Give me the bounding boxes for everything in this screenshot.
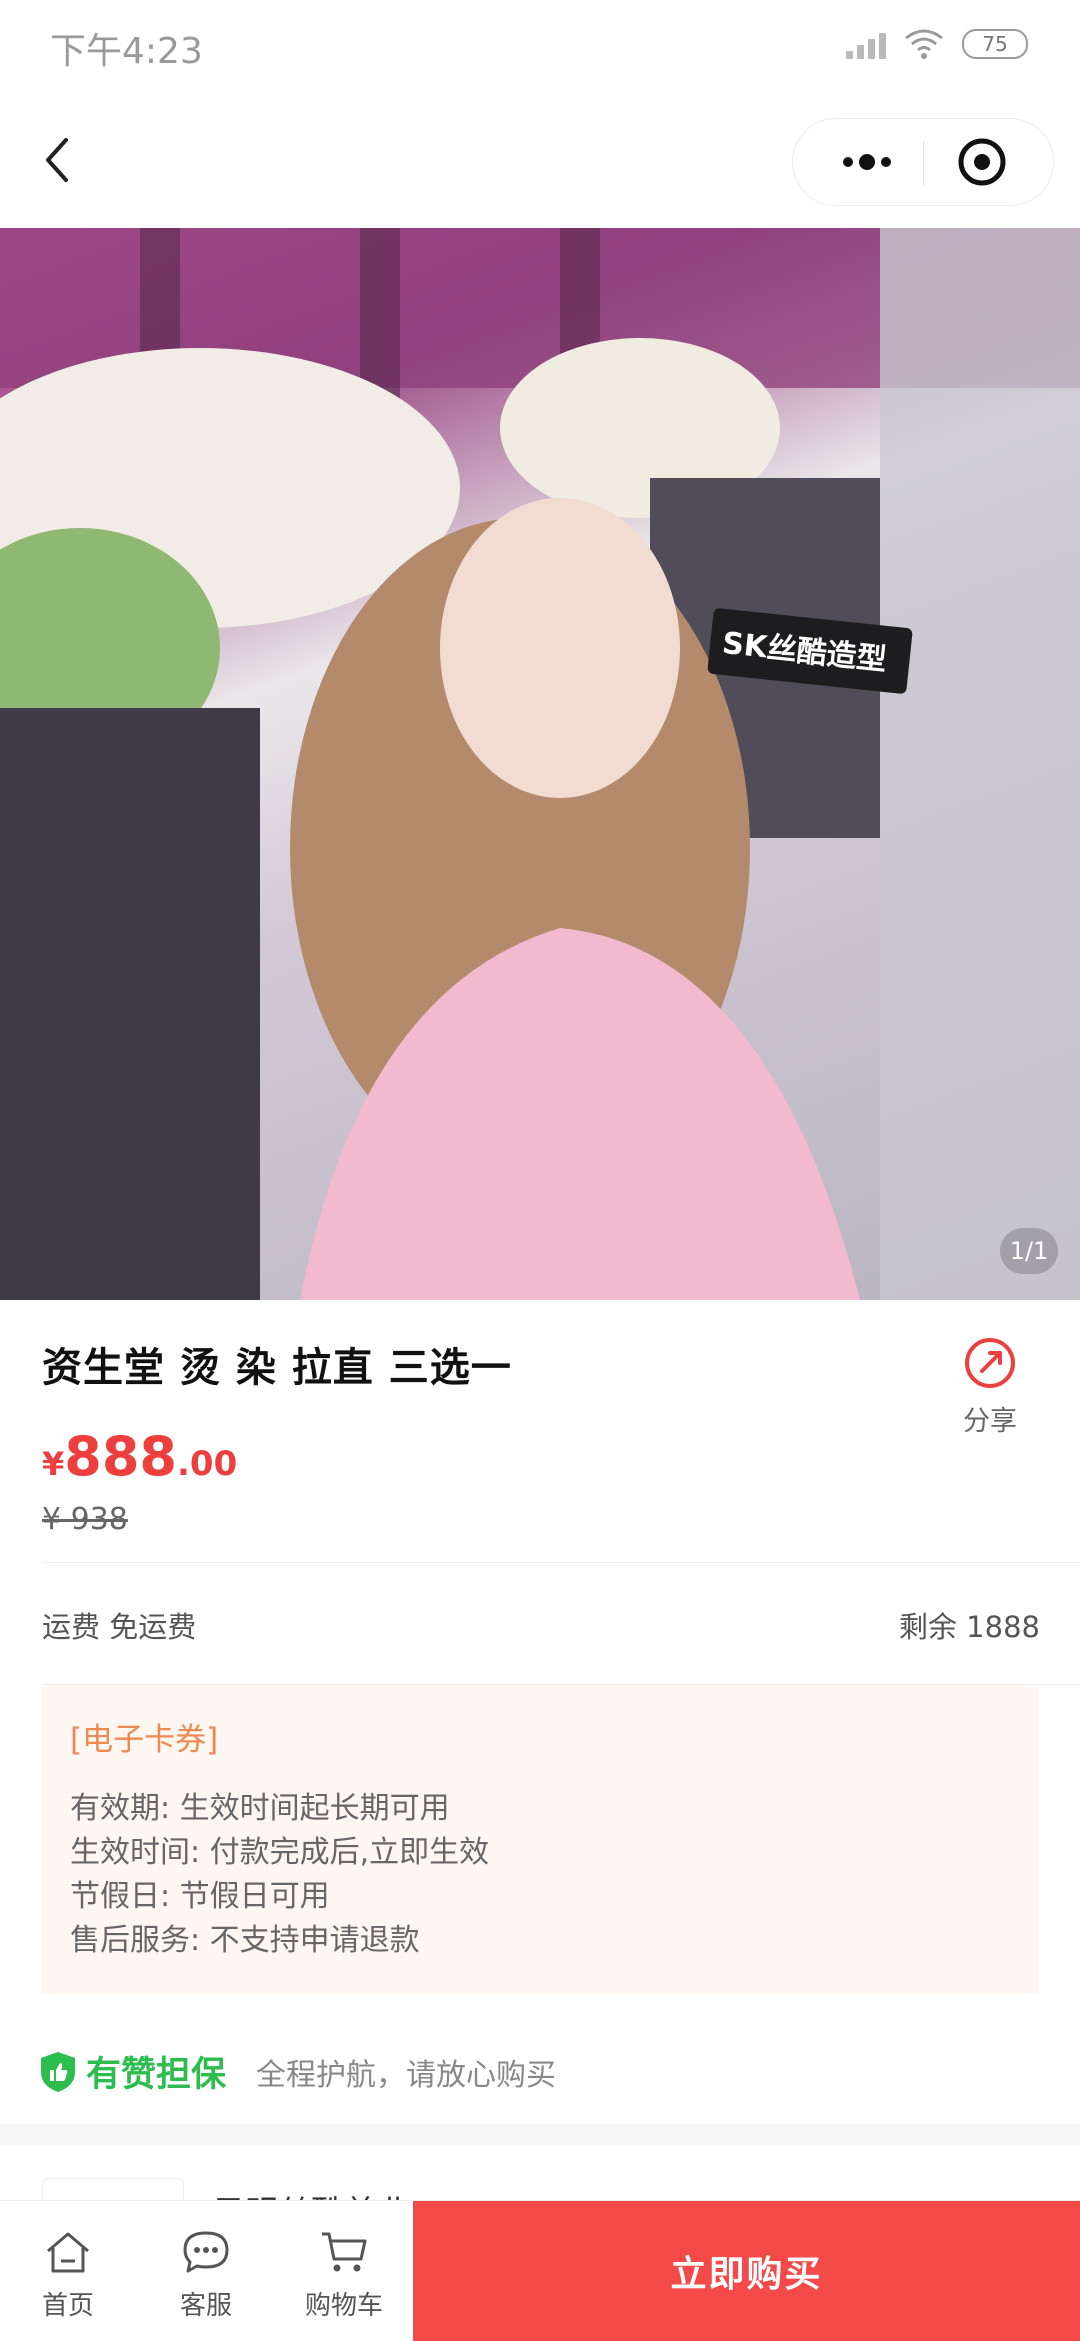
wifi-icon	[905, 29, 943, 59]
chat-icon	[183, 2231, 229, 2273]
divider	[42, 1684, 1080, 1685]
guarantee-description: 全程护航，请放心购买	[256, 2057, 557, 2093]
tab-home[interactable]: 首页	[8, 2201, 128, 2341]
product-photo: SK丝酷造型	[0, 228, 1080, 1300]
buy-now-button[interactable]: 立即购买	[413, 2201, 1080, 2341]
battery-level: 75	[982, 32, 1008, 56]
original-price: ¥ 938	[42, 1502, 128, 1537]
price-decimal: .00	[177, 1444, 238, 1484]
nav-bar	[0, 92, 1080, 228]
tab-cart[interactable]: 购物车	[284, 2201, 404, 2341]
ecard-after-sales: 售后服务: 不支持申请退款	[70, 1923, 420, 1958]
target-icon	[958, 138, 1006, 186]
product-image[interactable]: SK丝酷造型 1/1	[0, 228, 1080, 1300]
share-button[interactable]: 分享	[940, 1335, 1040, 1438]
back-button[interactable]	[30, 130, 90, 190]
signal-icon	[846, 29, 886, 59]
more-dots-icon	[843, 154, 891, 170]
tab-home-label: 首页	[41, 2291, 94, 2321]
shield-thumb-icon	[41, 2051, 75, 2092]
product-title: 资生堂 烫 染 拉直 三选一	[42, 1345, 512, 1391]
status-time: 下午4:23	[50, 31, 203, 72]
section-gap	[0, 2124, 1080, 2146]
stock-remaining: 剩余 1888	[898, 1610, 1040, 1644]
divider	[42, 1562, 1080, 1563]
tab-service-label: 客服	[179, 2291, 232, 2321]
guarantee-name: 有赞担保	[86, 2055, 227, 2095]
battery-icon: 75	[962, 29, 1028, 59]
cart-icon	[322, 2232, 367, 2272]
guarantee-row[interactable]: 有赞担保 全程护航，请放心购买	[38, 2046, 556, 2097]
capsule-divider	[923, 141, 924, 185]
status-icons: 75	[846, 28, 1028, 60]
status-bar: 下午4:23 75	[0, 0, 1080, 92]
miniprogram-capsule	[792, 118, 1054, 206]
ecard-tag: [电子卡券]	[70, 1722, 219, 1758]
ecard-holidays: 节假日: 节假日可用	[70, 1879, 330, 1914]
home-icon	[47, 2232, 89, 2273]
ecard-info-box: [电子卡券] 有效期: 生效时间起长期可用 生效时间: 付款完成后,立即生效 节…	[42, 1686, 1038, 1994]
share-icon	[965, 1338, 1015, 1388]
shipping-fee: 运费 免运费	[42, 1610, 197, 1644]
ecard-validity: 有效期: 生效时间起长期可用	[70, 1791, 450, 1826]
bottom-action-bar: 首页 客服 购物车 立即购买	[0, 2200, 1080, 2341]
price-currency: ¥	[42, 1445, 65, 1483]
ecard-effective-time: 生效时间: 付款完成后,立即生效	[70, 1835, 490, 1870]
close-miniprogram-button[interactable]	[927, 119, 1037, 205]
share-label: 分享	[963, 1406, 1017, 1437]
tab-cart-label: 购物车	[304, 2291, 383, 2321]
image-counter: 1/1	[1000, 1228, 1058, 1274]
chevron-left-icon	[46, 138, 68, 182]
price-integer: 888	[64, 1425, 177, 1488]
more-button[interactable]	[811, 119, 921, 205]
tab-customer-service[interactable]: 客服	[146, 2201, 266, 2341]
product-price: ¥888.00	[42, 1425, 237, 1488]
